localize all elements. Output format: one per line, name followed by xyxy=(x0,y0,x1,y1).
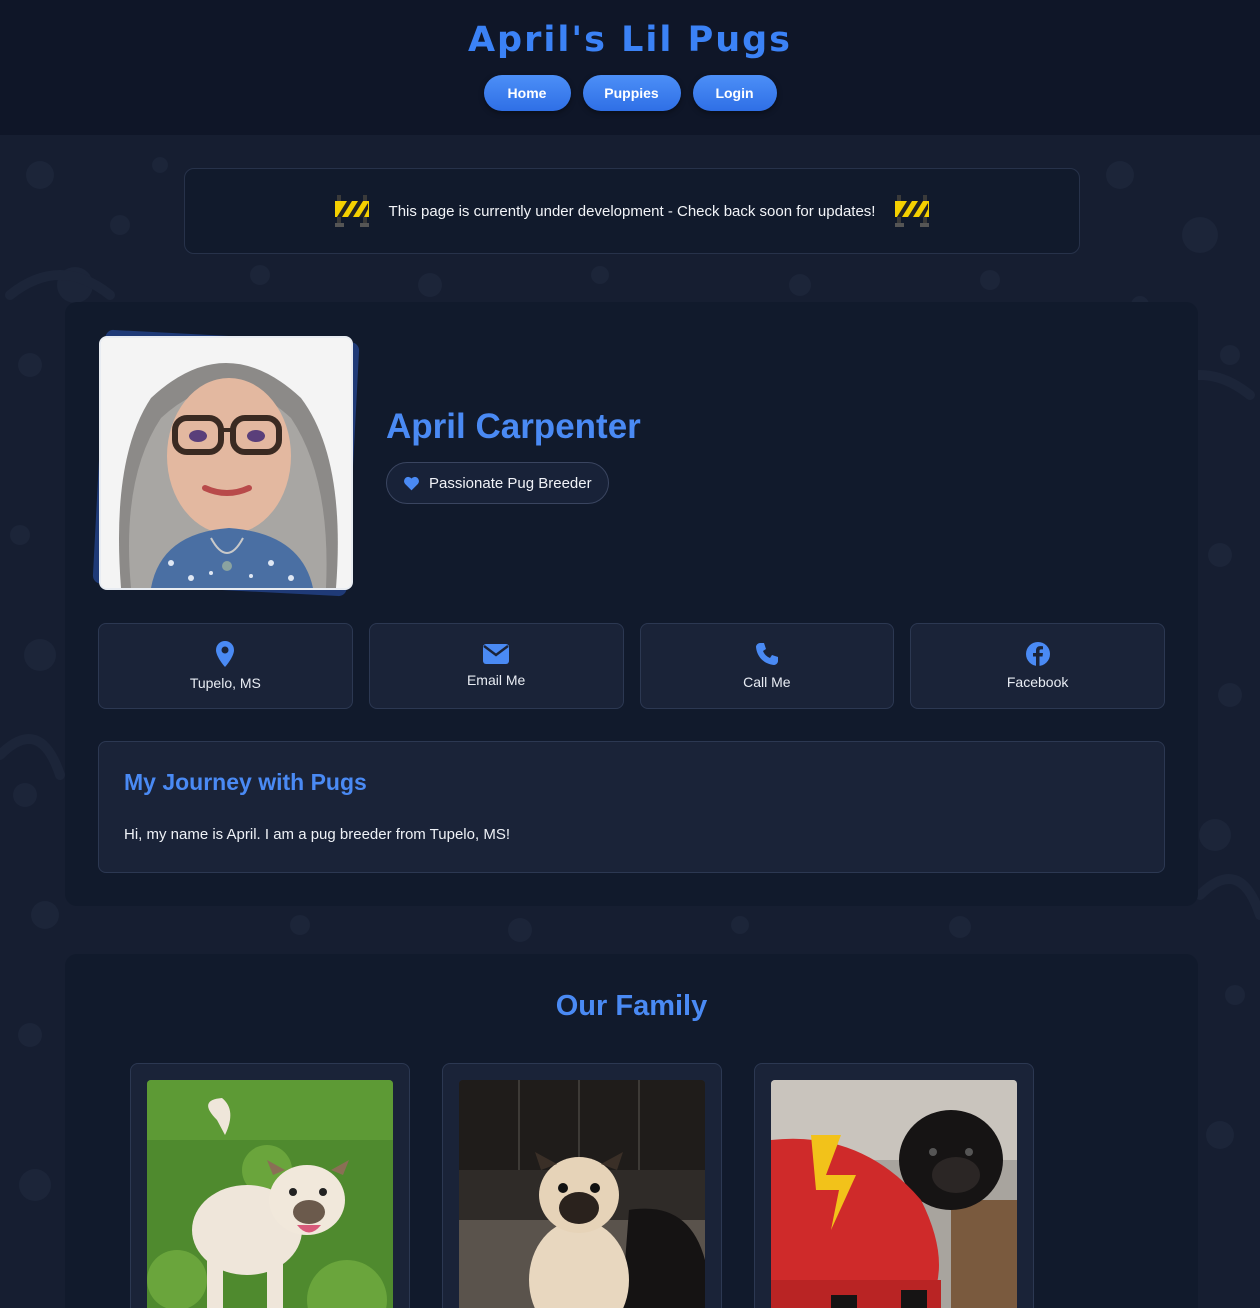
badge-label: Passionate Pug Breeder xyxy=(429,474,592,492)
journey-section: My Journey with Pugs Hi, my name is Apri… xyxy=(98,741,1165,873)
pug-card[interactable] xyxy=(130,1063,410,1308)
family-section: Our Family xyxy=(65,954,1198,1308)
pug-card[interactable] xyxy=(754,1063,1034,1308)
profile-card: April Carpenter Passionate Pug Breeder T… xyxy=(65,302,1198,906)
journey-text: Hi, my name is April. I am a pug breeder… xyxy=(124,826,510,843)
contact-email-label: Email Me xyxy=(466,672,526,688)
envelope-icon xyxy=(483,644,510,664)
profile-photo-frame xyxy=(92,329,360,597)
location-pin-icon xyxy=(216,641,235,667)
breeder-badge: Passionate Pug Breeder xyxy=(386,462,609,504)
profile-photo xyxy=(99,336,353,590)
pug-card[interactable] xyxy=(442,1063,722,1308)
nav-home-button[interactable]: Home xyxy=(483,75,571,111)
contact-facebook[interactable]: Facebook xyxy=(910,623,1165,709)
site-header: April's Lil Pugs Home Puppies Login xyxy=(0,0,1260,135)
contact-row: Tupelo, MS Email Me Call Me Facebook xyxy=(98,623,1165,709)
pug-photo xyxy=(459,1080,705,1308)
family-title: Our Family xyxy=(555,990,708,1022)
nav-login-button[interactable]: Login xyxy=(692,75,777,111)
notice-text: This page is currently under development… xyxy=(388,202,876,220)
heart-icon xyxy=(404,476,419,490)
journey-title: My Journey with Pugs xyxy=(124,769,367,795)
profile-name: April Carpenter xyxy=(386,407,641,446)
contact-phone-label: Call Me xyxy=(743,674,791,690)
nav-puppies-button[interactable]: Puppies xyxy=(582,75,681,111)
construction-barrier-icon xyxy=(334,195,369,227)
site-title[interactable]: April's Lil Pugs xyxy=(0,20,1260,60)
pug-photo xyxy=(771,1080,1017,1308)
contact-email[interactable]: Email Me xyxy=(368,623,624,709)
contact-phone[interactable]: Call Me xyxy=(639,623,895,709)
construction-barrier-icon xyxy=(895,195,930,227)
contact-location-label: Tupelo, MS xyxy=(189,675,261,691)
pug-photo xyxy=(147,1080,393,1308)
phone-icon xyxy=(755,643,778,665)
development-notice: This page is currently under development… xyxy=(184,168,1080,254)
facebook-icon xyxy=(1025,642,1050,666)
main-nav: Home Puppies Login xyxy=(0,75,1260,111)
contact-facebook-label: Facebook xyxy=(1006,674,1069,690)
contact-location[interactable]: Tupelo, MS xyxy=(98,623,353,709)
